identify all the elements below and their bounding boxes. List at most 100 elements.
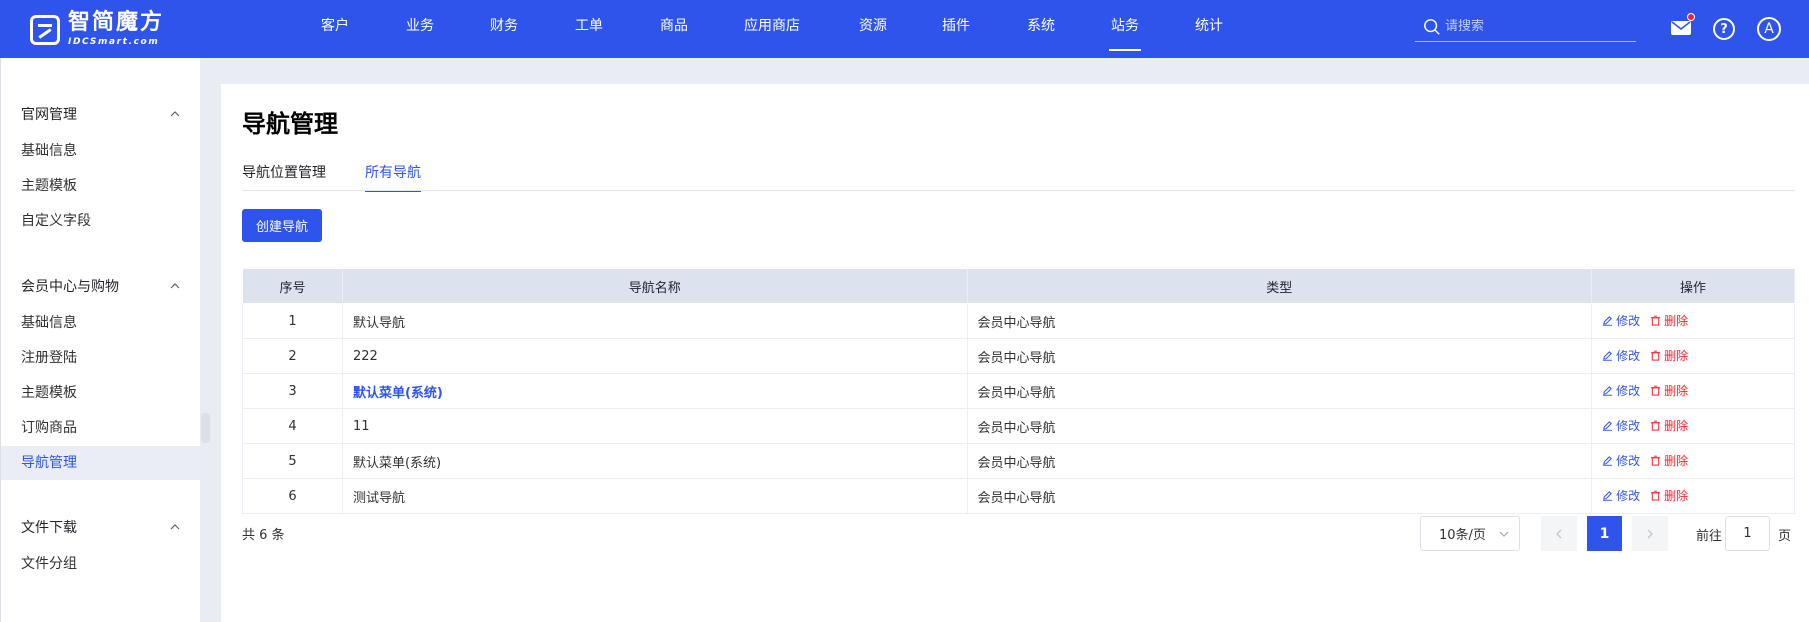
edit-icon bbox=[1603, 351, 1613, 361]
tab-nav-position[interactable]: 导航位置管理 bbox=[242, 162, 326, 192]
table-row: 6 测试导航 会员中心导航 修改 删除 bbox=[242, 478, 1795, 514]
edit-button[interactable]: 修改 bbox=[1602, 347, 1640, 364]
edit-icon bbox=[1603, 491, 1613, 501]
nav-item-10[interactable]: 统计 bbox=[1193, 0, 1225, 58]
sidebar-item-0-1[interactable]: 主题模板 bbox=[1, 169, 200, 203]
table-row: 2 222 会员中心导航 修改 删除 bbox=[242, 338, 1795, 374]
logo-icon bbox=[30, 14, 60, 45]
nav-item-1[interactable]: 业务 bbox=[404, 0, 436, 58]
sidebar-item-1-0[interactable]: 基础信息 bbox=[1, 306, 200, 340]
trash-icon bbox=[1651, 350, 1661, 361]
delete-button[interactable]: 删除 bbox=[1650, 347, 1688, 364]
sidebar-item-0-0[interactable]: 基础信息 bbox=[1, 134, 200, 168]
edit-button[interactable]: 修改 bbox=[1602, 487, 1640, 504]
delete-button[interactable]: 删除 bbox=[1650, 382, 1688, 399]
edit-button[interactable]: 修改 bbox=[1602, 382, 1640, 399]
nav-name: 11 bbox=[352, 418, 370, 434]
delete-label: 删除 bbox=[1664, 384, 1689, 398]
chevron-up-icon bbox=[170, 111, 180, 117]
nav-name: 默认菜单(系统) bbox=[352, 455, 442, 471]
sidebar-collapse-handle[interactable] bbox=[201, 413, 210, 443]
cell-name: 测试导航 bbox=[342, 478, 968, 514]
edit-icon bbox=[1603, 386, 1613, 396]
mail-icon[interactable] bbox=[1669, 13, 1695, 40]
sidebar-item-0-2[interactable]: 自定义字段 bbox=[1, 204, 200, 238]
edit-button[interactable]: 修改 bbox=[1602, 417, 1640, 434]
trash-icon bbox=[1651, 385, 1661, 396]
nav-item-3[interactable]: 工单 bbox=[573, 0, 605, 58]
trash-icon bbox=[1651, 420, 1661, 431]
nav-name[interactable]: 默认菜单(系统) bbox=[353, 386, 443, 401]
edit-button[interactable]: 修改 bbox=[1602, 452, 1640, 469]
sidebar-group-1[interactable]: 会员中心与购物 bbox=[21, 276, 180, 296]
chevron-left-icon bbox=[1556, 529, 1562, 538]
nav-name: 测试导航 bbox=[352, 490, 405, 506]
delete-label: 删除 bbox=[1664, 489, 1689, 503]
top-bar: 智简魔方 IDCSmart.com 客户 业务 财务 工单 商品 应用商店 资源 插件 系统 站务… bbox=[0, 0, 1809, 58]
cell-no: 5 bbox=[242, 443, 343, 479]
edit-button[interactable]: 修改 bbox=[1602, 312, 1640, 329]
goto-suffix: 页 bbox=[1778, 529, 1792, 544]
prev-page-button[interactable] bbox=[1541, 516, 1577, 551]
cell-actions: 修改 删除 bbox=[1591, 303, 1795, 339]
create-nav-button[interactable]: 创建导航 bbox=[242, 209, 322, 242]
edit-icon bbox=[1603, 456, 1613, 466]
nav-item-2[interactable]: 财务 bbox=[488, 0, 520, 58]
delete-button[interactable]: 删除 bbox=[1650, 312, 1688, 329]
content-card: 导航管理 导航位置管理 所有导航 创建导航 序号 导航名称 类型 操作 1 默认导… bbox=[221, 84, 1809, 622]
sidebar-item-1-2[interactable]: 主题模板 bbox=[1, 376, 200, 410]
search-box[interactable] bbox=[1415, 12, 1636, 42]
sidebar-group-label: 官网管理 bbox=[21, 107, 77, 123]
nav-name: 默认导航 bbox=[352, 315, 405, 331]
cell-actions: 修改 删除 bbox=[1591, 373, 1795, 409]
goto-prefix: 前往 bbox=[1696, 529, 1723, 544]
col-header-actions: 操作 bbox=[1591, 268, 1795, 304]
logo[interactable]: 智简魔方 IDCSmart.com bbox=[30, 12, 164, 47]
cell-name: 默认菜单(系统) bbox=[342, 373, 968, 409]
nav-item-4[interactable]: 商品 bbox=[658, 0, 690, 58]
cell-name: 默认菜单(系统) bbox=[342, 443, 968, 479]
tab-divider bbox=[242, 190, 1795, 191]
search-icon bbox=[1424, 18, 1440, 35]
cell-type: 会员中心导航 bbox=[967, 303, 1593, 339]
edit-label: 修改 bbox=[1616, 384, 1641, 398]
avatar[interactable]: A bbox=[1757, 17, 1781, 41]
page-title: 导航管理 bbox=[242, 110, 338, 138]
delete-label: 删除 bbox=[1664, 314, 1689, 328]
edit-label: 修改 bbox=[1616, 314, 1641, 328]
nav-item-5[interactable]: 应用商店 bbox=[742, 0, 802, 58]
tab-all-navs[interactable]: 所有导航 bbox=[365, 162, 421, 192]
nav-item-6[interactable]: 资源 bbox=[857, 0, 889, 58]
sidebar-item-1-4[interactable]: 导航管理 bbox=[1, 446, 200, 480]
chevron-up-icon bbox=[170, 524, 180, 530]
table-row: 5 默认菜单(系统) 会员中心导航 修改 删除 bbox=[242, 443, 1795, 479]
next-page-button[interactable] bbox=[1632, 516, 1668, 551]
delete-button[interactable]: 删除 bbox=[1650, 417, 1688, 434]
cell-name: 11 bbox=[342, 408, 968, 444]
nav-item-8[interactable]: 系统 bbox=[1025, 0, 1057, 58]
sidebar-item-1-1[interactable]: 注册登陆 bbox=[1, 341, 200, 375]
nav-item-7[interactable]: 插件 bbox=[940, 0, 972, 58]
page-number-current[interactable]: 1 bbox=[1587, 516, 1622, 551]
goto-page-input[interactable] bbox=[1725, 516, 1770, 551]
delete-button[interactable]: 删除 bbox=[1650, 487, 1688, 504]
help-icon[interactable]: ? bbox=[1713, 18, 1735, 40]
cell-actions: 修改 删除 bbox=[1591, 338, 1795, 374]
cell-type: 会员中心导航 bbox=[967, 373, 1593, 409]
edit-label: 修改 bbox=[1616, 454, 1641, 468]
total-count: 共 6 条 bbox=[242, 528, 285, 543]
cell-no: 3 bbox=[242, 373, 343, 409]
delete-label: 删除 bbox=[1664, 349, 1689, 363]
page-size-select[interactable]: 10条/页 bbox=[1420, 516, 1520, 551]
cell-type: 会员中心导航 bbox=[967, 408, 1593, 444]
chevron-down-icon bbox=[1499, 531, 1509, 537]
sidebar-item-2-0[interactable]: 文件分组 bbox=[1, 547, 200, 581]
nav-item-9[interactable]: 站务 bbox=[1109, 0, 1141, 58]
sidebar-item-1-3[interactable]: 订购商品 bbox=[1, 411, 200, 445]
search-input[interactable] bbox=[1445, 19, 1625, 34]
delete-button[interactable]: 删除 bbox=[1650, 452, 1688, 469]
sidebar-group-2[interactable]: 文件下载 bbox=[21, 517, 180, 537]
sidebar-group-0[interactable]: 官网管理 bbox=[21, 104, 180, 124]
nav-item-0[interactable]: 客户 bbox=[320, 0, 350, 58]
page-size-value: 10条/页 bbox=[1439, 528, 1486, 543]
